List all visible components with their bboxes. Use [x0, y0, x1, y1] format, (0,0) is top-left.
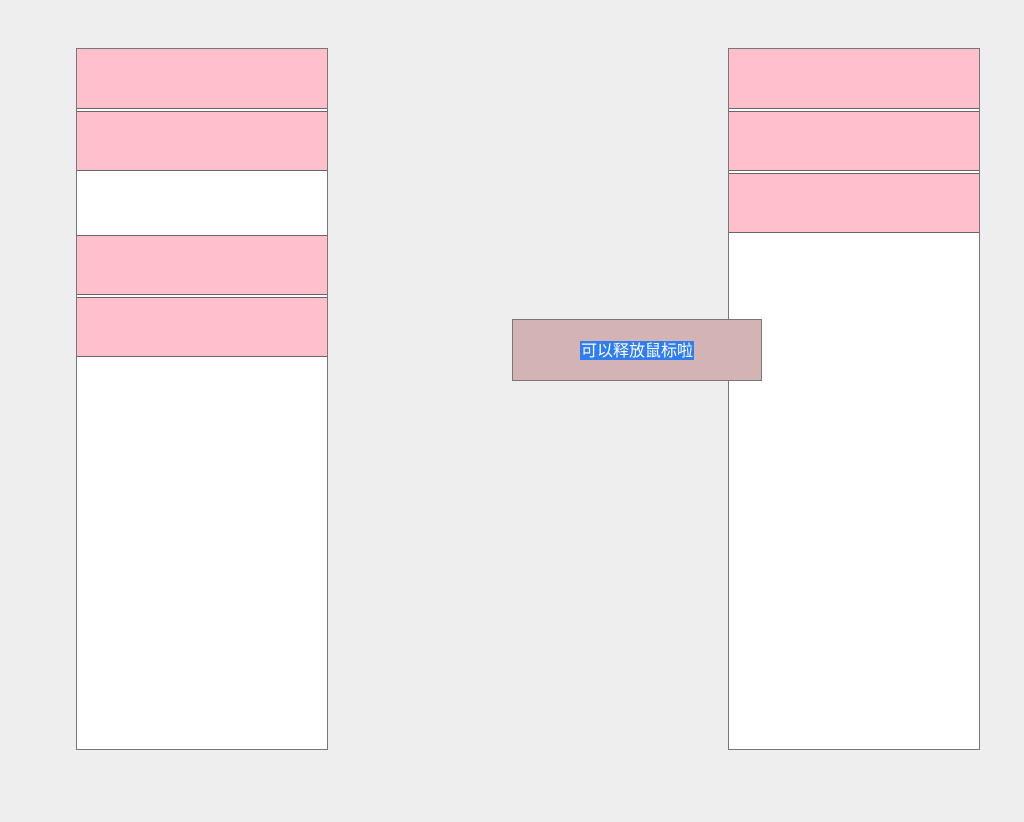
drag-hint-label: 可以释放鼠标啦: [579, 340, 694, 360]
dragged-item[interactable]: 可以释放鼠标啦: [512, 319, 762, 381]
left-item-3[interactable]: [77, 235, 327, 295]
drag-drop-page: 可以释放鼠标啦: [0, 0, 1024, 822]
left-item-4[interactable]: [77, 297, 327, 357]
left-drop-column[interactable]: [76, 48, 328, 750]
left-item-1[interactable]: [77, 49, 327, 109]
left-item-2[interactable]: [77, 111, 327, 171]
right-item-3[interactable]: [729, 173, 979, 233]
right-drop-column[interactable]: [728, 48, 980, 750]
right-item-2[interactable]: [729, 111, 979, 171]
right-item-1[interactable]: [729, 49, 979, 109]
